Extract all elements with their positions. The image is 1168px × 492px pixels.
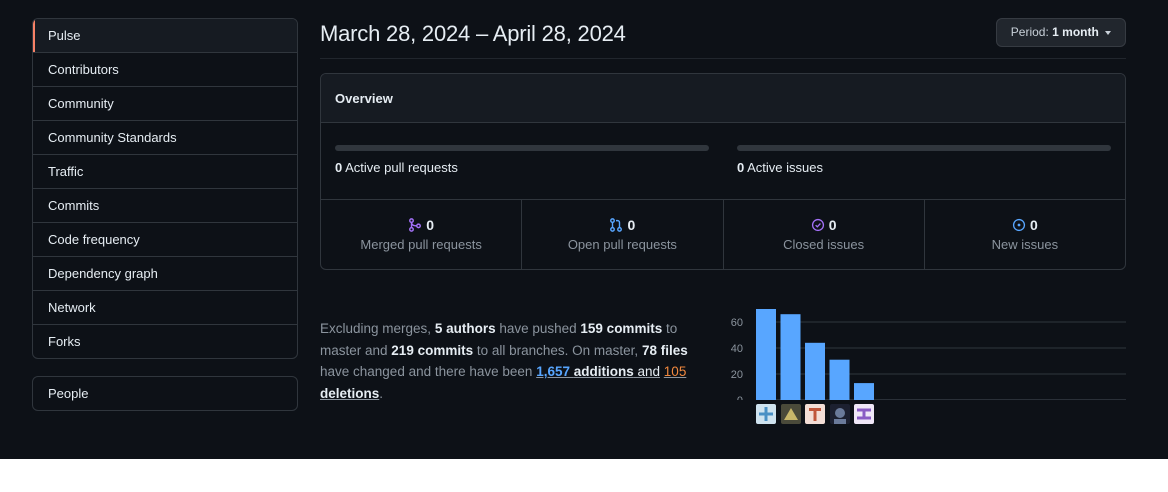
summary-text: have changed and there have been (320, 364, 537, 379)
y-tick-label: 40 (731, 343, 743, 355)
author-avatar[interactable] (756, 404, 776, 424)
chart-bar[interactable] (756, 309, 776, 400)
new-issues-count: 0 (1029, 217, 1038, 233)
summary-text: have pushed (495, 321, 581, 336)
merged-pull-requests-stat[interactable]: 0 Merged pull requests (321, 200, 523, 269)
pull-requests-progress-bar (335, 145, 709, 151)
stats-row: 0 Merged pull requests 0 Open pull reque… (321, 200, 1125, 269)
closed-issues-stat[interactable]: 0 Closed issues (724, 200, 925, 269)
overview-panel: Overview 0 Active pull requests 0 Active… (320, 73, 1126, 270)
sidebar-item-code-frequency[interactable]: Code frequency (33, 223, 297, 257)
closed-issue-icon (811, 218, 824, 232)
new-issue-icon (1012, 218, 1026, 232)
open-pull-requests-count: 0 (627, 217, 636, 233)
additions-label: additions (573, 364, 634, 379)
active-pull-requests-count: 0 (335, 160, 343, 175)
active-issues-link[interactable]: 0 Active issues (737, 160, 823, 175)
sidebar-item-traffic[interactable]: Traffic (33, 155, 297, 189)
files-changed-count: 78 files (641, 342, 688, 358)
active-pull-requests-link[interactable]: 0 Active pull requests (335, 160, 458, 175)
chart-svg: 60 40 20 0 (731, 309, 1126, 407)
new-issues-stat[interactable]: 0 New issues (925, 200, 1125, 269)
active-pull-requests-label: Active pull requests (345, 160, 458, 175)
people-sidebar: People (32, 376, 298, 411)
sidebar-item-people[interactable]: People (33, 377, 297, 410)
period-label: Period: (1010, 25, 1049, 39)
summary-text: . (379, 385, 384, 401)
active-issues-label: Active issues (747, 160, 824, 175)
master-commits-count: 159 commits (580, 321, 663, 336)
merged-pull-requests-label: Merged pull requests (360, 237, 482, 252)
insights-sidebar: Pulse Contributors Community Community S… (32, 18, 298, 359)
period-dropdown-button[interactable]: Period: 1 month (996, 18, 1126, 47)
additions-count: 1,657 (536, 364, 570, 379)
overview-title: Overview (321, 74, 1125, 123)
header-divider (320, 58, 1126, 59)
author-avatar[interactable] (854, 404, 874, 424)
active-issues-count: 0 (737, 160, 745, 175)
chart-bar[interactable] (805, 342, 825, 400)
commits-by-author-chart: 60 40 20 0 (726, 300, 1126, 424)
commit-summary: Excluding merges, 5 authors have pushed … (320, 318, 710, 404)
summary-text: Excluding merges, (320, 321, 435, 336)
summary-text: to all branches. On master, (473, 342, 642, 358)
y-tick-label: 60 (731, 317, 743, 329)
merged-pull-requests-count: 0 (426, 217, 435, 233)
activity-bars-row: 0 Active pull requests 0 Active issues (321, 123, 1125, 200)
open-pull-requests-stat[interactable]: 0 Open pull requests (522, 200, 724, 269)
deletions-label: deletions (320, 385, 380, 401)
new-issues-label: New issues (991, 237, 1059, 252)
all-branches-commits-count: 219 commits (391, 342, 474, 358)
chart-bar[interactable] (829, 359, 850, 400)
author-avatar[interactable] (805, 404, 825, 424)
sidebar-item-dependency-graph[interactable]: Dependency graph (33, 257, 297, 291)
sidebar-item-commits[interactable]: Commits (33, 189, 297, 223)
y-tick-label: 0 (737, 395, 743, 400)
closed-issues-count: 0 (828, 217, 837, 233)
open-pr-icon (610, 218, 623, 232)
sidebar-item-community-standards[interactable]: Community Standards (33, 121, 297, 155)
page-title: March 28, 2024 – April 28, 2024 (320, 21, 626, 46)
sidebar-item-contributors[interactable]: Contributors (33, 53, 297, 87)
chart-bar[interactable] (854, 383, 874, 400)
summary-text: and (633, 364, 661, 379)
authors-count: 5 authors (434, 321, 496, 336)
period-value: 1 month (1052, 25, 1099, 39)
author-avatar[interactable] (829, 404, 850, 424)
sidebar-item-network[interactable]: Network (33, 291, 297, 325)
y-tick-label: 20 (731, 369, 743, 381)
author-avatar[interactable] (780, 404, 801, 424)
chevron-down-icon (1105, 30, 1112, 35)
sidebar-item-community[interactable]: Community (33, 87, 297, 121)
merged-pr-icon (409, 218, 422, 232)
deletions-count: 105 (663, 364, 687, 379)
chart-bar[interactable] (780, 314, 801, 400)
sidebar-item-pulse[interactable]: Pulse (33, 19, 297, 53)
additions-link[interactable]: 1,657 additions and (536, 364, 660, 379)
app-window: Pulse Contributors Community Community S… (0, 0, 1168, 459)
open-pull-requests-label: Open pull requests (567, 237, 677, 252)
closed-issues-label: Closed issues (783, 237, 865, 252)
issues-progress-bar (737, 145, 1111, 151)
sidebar-item-forks[interactable]: Forks (33, 325, 297, 358)
